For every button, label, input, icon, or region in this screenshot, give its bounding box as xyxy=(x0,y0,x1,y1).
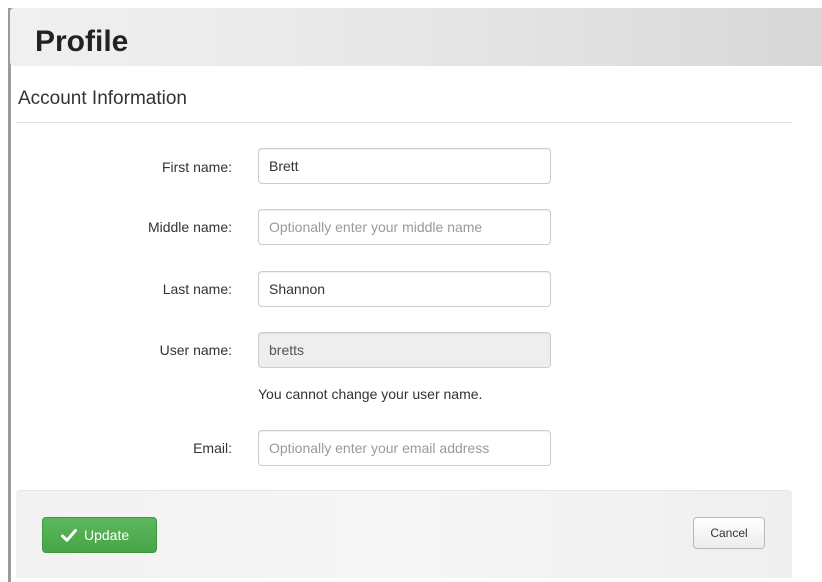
checkmark-icon xyxy=(61,528,77,542)
page-header: Profile xyxy=(10,8,822,66)
update-button[interactable]: Update xyxy=(42,517,157,553)
first-name-label: First name: xyxy=(161,159,232,175)
cancel-button-label: Cancel xyxy=(710,526,748,540)
user-name-input xyxy=(258,332,551,368)
form-actions-bar: Update Cancel xyxy=(16,490,792,578)
cancel-button[interactable]: Cancel xyxy=(693,517,765,549)
user-name-help-text: You cannot change your user name. xyxy=(258,386,483,402)
update-button-label: Update xyxy=(84,527,130,543)
first-name-input[interactable] xyxy=(258,148,551,184)
last-name-label: Last name: xyxy=(162,281,232,297)
section-title: Account Information xyxy=(18,88,187,109)
middle-name-label: Middle name: xyxy=(147,219,232,235)
last-name-input[interactable] xyxy=(258,271,551,307)
page-title: Profile xyxy=(35,25,129,58)
email-input[interactable] xyxy=(258,430,551,466)
middle-name-input[interactable] xyxy=(258,209,551,245)
section-divider xyxy=(16,122,792,123)
user-name-label: User name: xyxy=(159,342,232,358)
email-label: Email: xyxy=(193,440,232,456)
